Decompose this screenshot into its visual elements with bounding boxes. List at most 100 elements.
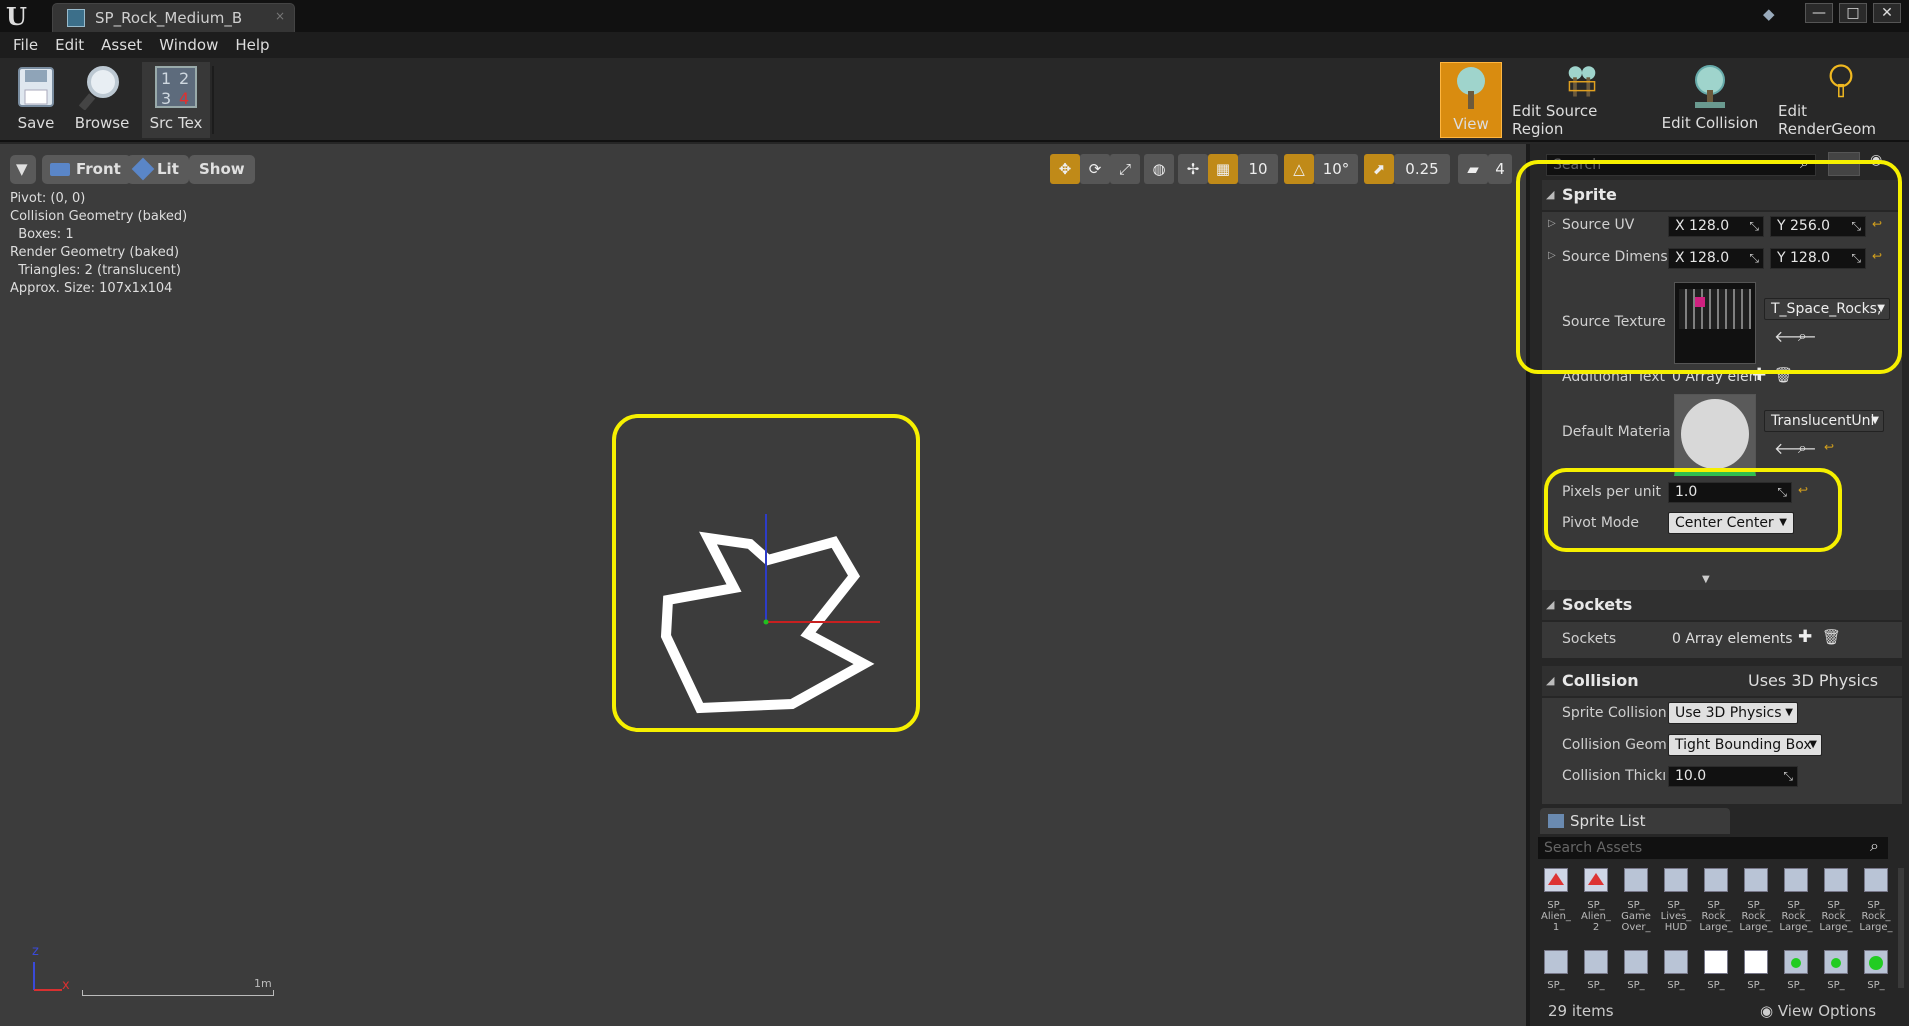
collision-geometry-value: Tight Bounding Box xyxy=(1675,737,1812,753)
sprite-thumbnail[interactable] xyxy=(1704,950,1728,974)
sprite-thumbnail[interactable] xyxy=(1664,868,1688,892)
add-element-icon[interactable]: ✚ xyxy=(1798,627,1812,647)
pin-icon[interactable]: ◆ xyxy=(1763,5,1783,23)
rock-sprite-outline[interactable] xyxy=(612,414,920,732)
sprite-thumbnail[interactable] xyxy=(1584,868,1608,892)
sprite-name: SP_ xyxy=(1587,980,1605,991)
sprite-name: SP_ xyxy=(1827,980,1845,991)
translate-icon[interactable]: ✥ xyxy=(1050,154,1080,184)
sprite-thumbnail[interactable] xyxy=(1624,950,1648,974)
default-material-label: Default Materia xyxy=(1562,424,1671,440)
surface-snap-icon[interactable]: ✢ xyxy=(1178,154,1208,184)
sprite-thumbnail[interactable] xyxy=(1824,868,1848,892)
edit-collision-label: Edit Collision xyxy=(1661,114,1759,132)
stat-line: Render Geometry (baked) xyxy=(10,245,180,260)
maximize-button[interactable]: □ xyxy=(1839,3,1867,23)
grid-snap-value[interactable]: 10 xyxy=(1238,154,1278,184)
tab-close-icon[interactable]: × xyxy=(275,9,285,23)
menu-window[interactable]: Window xyxy=(154,36,230,54)
sprite-collision-label: Sprite Collision xyxy=(1562,705,1667,721)
src-tex-digit-4: 4 xyxy=(179,89,189,108)
sprite-name: SP_ xyxy=(1667,980,1685,991)
sprite-source-highlight xyxy=(1516,160,1902,374)
sprite-thumbnail[interactable] xyxy=(1584,950,1608,974)
sprite-thumbnail[interactable] xyxy=(1544,868,1568,892)
sprite-thumbnail[interactable] xyxy=(1624,868,1648,892)
sprite-thumbnail[interactable] xyxy=(1864,950,1888,974)
browse-button[interactable]: Browse xyxy=(70,62,134,138)
collision-thickness-field[interactable]: 10.0 ⤡ xyxy=(1668,766,1798,787)
rotation-snap-icon[interactable]: △ xyxy=(1284,154,1314,184)
scale-snap-icon[interactable]: ⬈ xyxy=(1364,154,1394,184)
menu-edit[interactable]: Edit xyxy=(50,36,96,54)
scale-snap-value[interactable]: 0.25 xyxy=(1394,154,1450,184)
sprite-thumbnail[interactable] xyxy=(1784,868,1808,892)
sprite-thumbnail[interactable] xyxy=(1864,868,1888,892)
sprite-name: SP_ Game Over_ xyxy=(1621,900,1651,933)
sprite-list-tab[interactable]: Sprite List xyxy=(1540,808,1730,834)
section-sockets[interactable]: ◢ Sockets xyxy=(1542,590,1902,620)
sprite-thumbnail[interactable] xyxy=(1664,950,1688,974)
default-material-dropdown[interactable]: TranslucentUnl ▼ xyxy=(1764,410,1884,432)
reset-default-icon[interactable]: ↩ xyxy=(1824,440,1834,454)
menu-asset[interactable]: Asset xyxy=(96,36,154,54)
menu-file[interactable]: File xyxy=(8,36,50,54)
advanced-expand-icon[interactable]: ▼ xyxy=(1702,574,1710,585)
section-collision[interactable]: ◢ Collision Uses 3D Physics xyxy=(1542,666,1902,696)
view-mode-button[interactable]: View xyxy=(1440,62,1502,138)
sprite-thumbnail[interactable] xyxy=(1824,950,1848,974)
edit-collision-button[interactable]: Edit Collision xyxy=(1660,62,1760,138)
viewport-options-dropdown[interactable]: ▼ xyxy=(10,155,36,184)
document-tab-title: SP_Rock_Medium_B xyxy=(95,9,243,27)
sprite-collision-dropdown[interactable]: Use 3D Physics ▼ xyxy=(1668,702,1798,724)
sprite-name: SP_ xyxy=(1707,980,1725,991)
default-material-thumbnail[interactable] xyxy=(1674,394,1756,476)
save-icon xyxy=(18,67,54,107)
sprite-viewport[interactable]: ▼ Front Lit Show ✥ ⟳ ⤢ ◍ ✢ ▦ 10 △ 10° ⬈ … xyxy=(0,144,1530,1026)
close-button[interactable]: ✕ xyxy=(1873,3,1901,23)
view-front-button[interactable]: Front xyxy=(42,155,131,184)
collision-geometry-dropdown[interactable]: Tight Bounding Box ▼ xyxy=(1668,734,1822,756)
sprite-thumbnail[interactable] xyxy=(1704,868,1728,892)
use-selected-asset-icon[interactable]: 🡐 xyxy=(1774,438,1817,458)
view-mode-label: View xyxy=(1453,115,1489,133)
sprite-name: SP_ Alien_ 2 xyxy=(1581,900,1611,933)
rotation-snap-value[interactable]: 10° xyxy=(1314,154,1358,184)
save-button[interactable]: Save xyxy=(10,62,62,138)
lit-mode-button[interactable]: Lit xyxy=(127,155,189,184)
show-flags-button[interactable]: Show xyxy=(189,155,255,184)
toolbar: Save Browse 1234 Src Tex View Edit Sourc… xyxy=(0,58,1909,142)
default-material-value: TranslucentUnl xyxy=(1771,413,1875,429)
save-label: Save xyxy=(17,114,55,132)
grid-snap-icon[interactable]: ▦ xyxy=(1208,154,1238,184)
sprite-list-search-input[interactable]: Search Assets xyxy=(1538,837,1888,859)
sprite-thumbnail[interactable] xyxy=(1744,950,1768,974)
camera-speed-value[interactable]: 4 xyxy=(1488,154,1512,184)
collision-note: Uses 3D Physics xyxy=(1748,671,1879,690)
sprite-thumbnail[interactable] xyxy=(1544,950,1568,974)
edit-render-geom-button[interactable]: Edit RenderGeom xyxy=(1778,62,1904,138)
sprite-thumbnail[interactable] xyxy=(1784,950,1808,974)
view-front-label: Front xyxy=(76,160,121,178)
rotate-icon[interactable]: ⟳ xyxy=(1080,154,1110,184)
src-tex-button[interactable]: 1234 Src Tex xyxy=(142,62,210,138)
sprite-name: SP_ Rock_ Large_ xyxy=(1819,900,1853,933)
world-space-icon[interactable]: ◍ xyxy=(1144,154,1174,184)
src-tex-digit-3: 3 xyxy=(161,89,171,108)
view-options-button[interactable]: ◉ View Options xyxy=(1760,1002,1876,1020)
source-region-icon xyxy=(1568,66,1596,97)
browse-asset-icon[interactable]: ⌕ xyxy=(1798,438,1807,458)
document-tab[interactable]: SP_Rock_Medium_B × xyxy=(52,3,295,32)
edit-source-region-button[interactable]: Edit Source Region xyxy=(1512,62,1652,138)
menu-help[interactable]: Help xyxy=(230,36,281,54)
sprite-asset-icon xyxy=(67,9,85,27)
minimize-button[interactable]: — xyxy=(1805,3,1833,23)
eye-icon: ◉ xyxy=(1760,1002,1778,1020)
sprite-list-panel: Sprite List Search Assets ⌕ SP_ Alien_ 1… xyxy=(1534,808,1909,1026)
scale-icon[interactable]: ⤢ xyxy=(1110,154,1140,184)
pivot-point xyxy=(763,619,769,625)
trash-icon[interactable]: 🗑 xyxy=(1822,628,1841,646)
camera-speed-icon[interactable]: ▰ xyxy=(1458,154,1488,184)
sprite-list-scrollbar[interactable] xyxy=(1898,868,1904,988)
sprite-thumbnail[interactable] xyxy=(1744,868,1768,892)
